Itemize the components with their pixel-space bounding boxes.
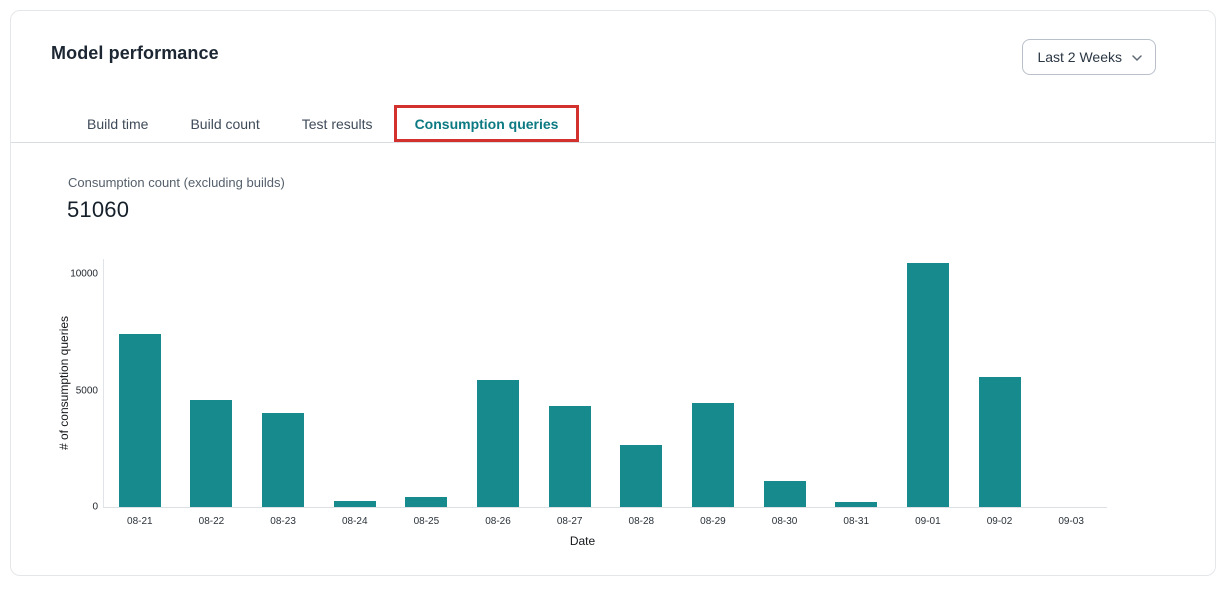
x-tick-label: 08-28 bbox=[629, 516, 655, 527]
bar-slot: 09-01 bbox=[892, 259, 964, 507]
bar bbox=[405, 497, 447, 507]
bar-slot: 08-28 bbox=[605, 259, 677, 507]
x-tick-label: 09-01 bbox=[915, 516, 941, 527]
x-tick-label: 08-23 bbox=[270, 516, 296, 527]
bar-slot: 08-23 bbox=[247, 259, 319, 507]
chevron-down-icon bbox=[1132, 55, 1142, 61]
y-tick-label: 10000 bbox=[70, 269, 98, 280]
tab-test-results[interactable]: Test results bbox=[281, 105, 394, 142]
bar bbox=[262, 413, 304, 507]
model-performance-card: Model performance Last 2 Weeks Build tim… bbox=[10, 10, 1216, 576]
bar bbox=[835, 502, 877, 507]
bar bbox=[979, 377, 1021, 507]
bar bbox=[907, 263, 949, 508]
x-tick-label: 08-27 bbox=[557, 516, 583, 527]
x-tick-label: 08-30 bbox=[772, 516, 798, 527]
x-tick-label: 08-31 bbox=[843, 516, 869, 527]
x-tick-label: 08-22 bbox=[199, 516, 225, 527]
x-axis-title: Date bbox=[570, 534, 595, 548]
bar bbox=[119, 334, 161, 507]
date-range-label: Last 2 Weeks bbox=[1037, 49, 1122, 65]
date-range-dropdown[interactable]: Last 2 Weeks bbox=[1022, 39, 1156, 75]
bar-slot: 08-29 bbox=[677, 259, 749, 507]
bar-slot: 08-26 bbox=[462, 259, 534, 507]
bar-slot: 08-31 bbox=[820, 259, 892, 507]
y-tick-label: 0 bbox=[92, 502, 98, 513]
bar bbox=[549, 406, 591, 507]
bar bbox=[477, 380, 519, 507]
tab-bar: Build time Build count Test results Cons… bbox=[11, 105, 1215, 143]
bar-slot: 08-30 bbox=[749, 259, 821, 507]
page-title: Model performance bbox=[51, 43, 219, 64]
y-tick-label: 5000 bbox=[76, 385, 98, 396]
bar bbox=[764, 481, 806, 507]
bar-slot: 08-21 bbox=[104, 259, 176, 507]
tab-build-count[interactable]: Build count bbox=[169, 105, 280, 142]
bar bbox=[190, 400, 232, 507]
bar-chart-plot-area: # of consumption queries Date 0500010000… bbox=[103, 259, 1107, 508]
bar-slot: 08-27 bbox=[534, 259, 606, 507]
bar bbox=[692, 403, 734, 507]
x-tick-label: 08-25 bbox=[414, 516, 440, 527]
x-tick-label: 08-29 bbox=[700, 516, 726, 527]
x-tick-label: 08-21 bbox=[127, 516, 153, 527]
bar-slot: 09-02 bbox=[964, 259, 1036, 507]
bar-slot: 08-24 bbox=[319, 259, 391, 507]
x-tick-label: 09-03 bbox=[1058, 516, 1084, 527]
x-tick-label: 08-26 bbox=[485, 516, 511, 527]
y-ticks: 0500010000 bbox=[44, 259, 104, 507]
tab-consumption-queries[interactable]: Consumption queries bbox=[394, 105, 580, 142]
bar-slot: 09-03 bbox=[1035, 259, 1107, 507]
x-tick-label: 08-24 bbox=[342, 516, 368, 527]
tab-build-time[interactable]: Build time bbox=[66, 105, 169, 142]
metric-value: 51060 bbox=[67, 197, 129, 223]
metric-label: Consumption count (excluding builds) bbox=[68, 175, 285, 190]
bar-slot: 08-22 bbox=[176, 259, 248, 507]
bar bbox=[334, 501, 376, 507]
bar-slot: 08-25 bbox=[391, 259, 463, 507]
x-tick-label: 09-02 bbox=[987, 516, 1013, 527]
bar bbox=[620, 445, 662, 507]
